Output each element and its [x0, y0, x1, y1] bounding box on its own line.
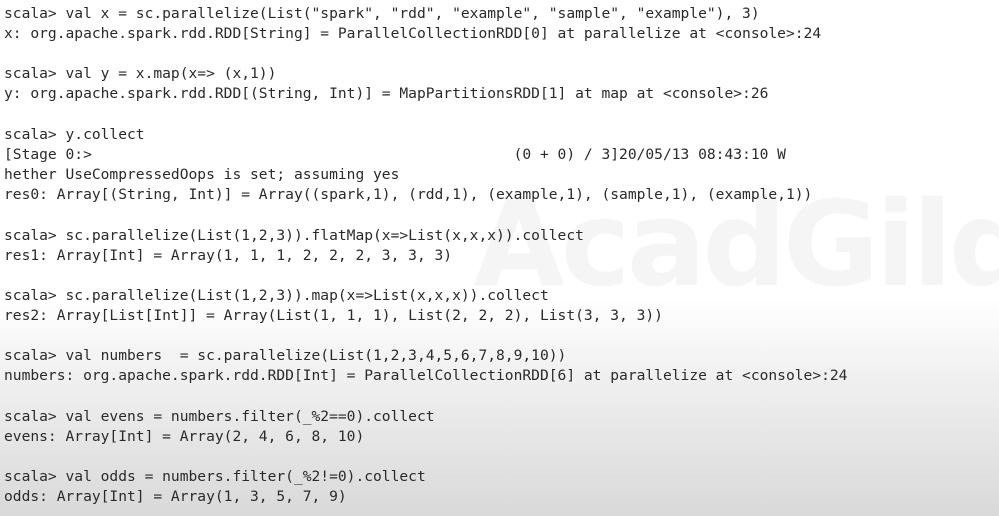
repl-block-map: scala> val y = x.map(x=> (x,1)) y: org.a…	[4, 64, 768, 104]
command-line: scala> sc.parallelize(List(1,2,3)).map(x…	[4, 287, 549, 304]
output-line: res2: Array[List[Int]] = Array(List(1, 1…	[4, 307, 663, 324]
stage-progress-line: [Stage 0:> (0 + 0) / 3]20/05/13 08:43:10…	[4, 146, 786, 163]
repl-block-flatmap: scala> sc.parallelize(List(1,2,3)).flatM…	[4, 226, 584, 266]
repl-block-map-list: scala> sc.parallelize(List(1,2,3)).map(x…	[4, 286, 663, 326]
repl-block-odds: scala> val odds = numbers.filter(_%2!=0)…	[4, 467, 426, 507]
command-line: scala> val odds = numbers.filter(_%2!=0)…	[4, 468, 426, 485]
output-line: y: org.apache.spark.rdd.RDD[(String, Int…	[4, 85, 769, 102]
repl-block-numbers: scala> val numbers = sc.parallelize(List…	[4, 346, 847, 386]
command-line: scala> val x = sc.parallelize(List("spar…	[4, 5, 760, 22]
output-line: numbers: org.apache.spark.rdd.RDD[Int] =…	[4, 367, 848, 384]
repl-block-collect: scala> y.collect [Stage 0:> (0 + 0) / 3]…	[4, 125, 812, 205]
output-line: odds: Array[Int] = Array(1, 3, 5, 7, 9)	[4, 488, 347, 505]
repl-block-parallelize: scala> val x = sc.parallelize(List("spar…	[4, 4, 821, 44]
warning-line: hether UseCompressedOops is set; assumin…	[4, 166, 400, 183]
repl-block-evens: scala> val evens = numbers.filter(_%2==0…	[4, 407, 435, 447]
output-line: res0: Array[(String, Int)] = Array((spar…	[4, 186, 813, 203]
output-line: evens: Array[Int] = Array(2, 4, 6, 8, 10…	[4, 428, 365, 445]
output-line: res1: Array[Int] = Array(1, 1, 1, 2, 2, …	[4, 247, 453, 264]
command-line: scala> val evens = numbers.filter(_%2==0…	[4, 408, 435, 425]
command-line: scala> y.collect	[4, 126, 145, 143]
command-line: scala> sc.parallelize(List(1,2,3)).flatM…	[4, 227, 584, 244]
output-line: x: org.apache.spark.rdd.RDD[String] = Pa…	[4, 25, 822, 42]
command-line: scala> val y = x.map(x=> (x,1))	[4, 65, 277, 82]
command-line: scala> val numbers = sc.parallelize(List…	[4, 347, 567, 364]
terminal-window[interactable]: AcadGild scala> val x = sc.parallelize(L…	[0, 0, 999, 516]
